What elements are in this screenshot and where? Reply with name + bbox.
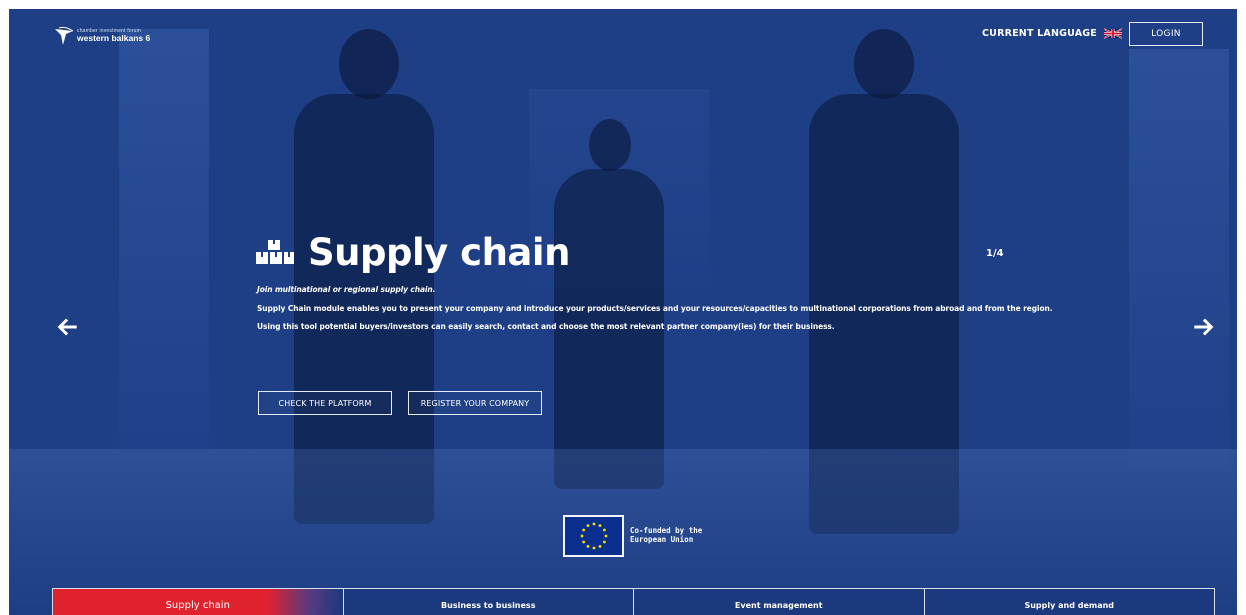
slide-description-line2: Using this tool potential buyers/investo… (257, 322, 835, 331)
module-tabs: Supply chain Business to business Event … (52, 588, 1215, 615)
tab-supply-and-demand[interactable]: Supply and demand (923, 589, 1215, 615)
register-company-button[interactable]: REGISTER YOUR COMPANY (408, 391, 542, 415)
hero-banner: chamber investment forum western balkans… (9, 9, 1237, 615)
eu-star (602, 528, 606, 532)
check-platform-button[interactable]: CHECK THE PLATFORM (258, 391, 392, 415)
eu-star (586, 544, 589, 548)
login-button[interactable]: LOGIN (1129, 22, 1203, 46)
eu-star (586, 524, 589, 528)
background-figure-head (589, 119, 631, 171)
eu-cofunding-badge: Co-funded by the European Union (563, 515, 702, 557)
eu-star (598, 544, 601, 548)
eu-star (592, 522, 595, 526)
eu-text-line2: European Union (630, 535, 694, 544)
boxes-icon (256, 239, 294, 264)
slide-title: Supply chain (254, 231, 570, 274)
eu-text: Co-funded by the European Union (630, 527, 702, 544)
site-logo[interactable]: chamber investment forum western balkans… (53, 25, 150, 47)
eu-star (581, 540, 585, 544)
eu-star (598, 524, 601, 528)
arrow-right-icon (1194, 318, 1214, 336)
background-window (1129, 49, 1229, 469)
next-slide-button[interactable] (1191, 314, 1217, 340)
background-window (119, 29, 209, 449)
language-selector[interactable]: CURRENT LANGUAGE (982, 28, 1122, 39)
logo-text: chamber investment forum western balkans… (77, 29, 150, 43)
eu-star (602, 540, 606, 544)
logo-bird-icon (55, 26, 74, 45)
arrow-left-icon (57, 318, 77, 336)
slide-description-line1: Supply Chain module enables you to prese… (257, 304, 1053, 313)
previous-slide-button[interactable] (54, 314, 80, 340)
slide-counter: 1/4 (986, 248, 1004, 259)
eu-star (592, 546, 595, 550)
slide-tagline: Join multinational or regional supply ch… (257, 285, 436, 294)
eu-star (581, 528, 585, 532)
tab-supply-chain[interactable]: Supply chain (52, 589, 343, 615)
eu-flag-icon (563, 515, 624, 557)
tab-event-management[interactable]: Event management (633, 589, 924, 615)
uk-flag-icon (1103, 28, 1122, 39)
language-label: CURRENT LANGUAGE (982, 28, 1097, 39)
tab-business-to-business[interactable]: Business to business (342, 589, 633, 615)
background-figure-head (339, 29, 399, 99)
background-figure-head (854, 29, 914, 99)
eu-star (604, 534, 607, 538)
slide-title-text: Supply chain (308, 231, 570, 274)
eu-stars (580, 522, 607, 550)
logo-title: western balkans 6 (77, 33, 151, 44)
eu-star (580, 534, 583, 538)
